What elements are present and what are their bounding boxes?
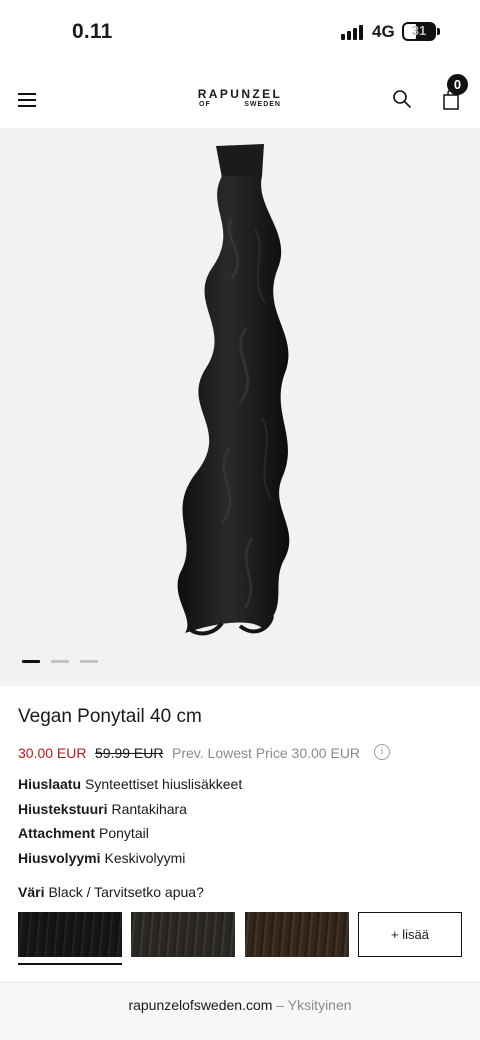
more-colors-button[interactable]: + lisää bbox=[358, 912, 462, 957]
product-image[interactable] bbox=[0, 128, 480, 686]
cart-count-badge[interactable]: 0 bbox=[447, 74, 468, 95]
carousel-dot-3[interactable] bbox=[80, 660, 98, 663]
original-price: 59.99 EUR bbox=[95, 745, 164, 761]
url-domain: rapunzelofsweden.com bbox=[128, 997, 273, 1013]
color-label: Väri bbox=[18, 884, 45, 900]
color-selector-label: Väri Black / Tarvitsetko apua? bbox=[18, 884, 204, 900]
status-bar: 0.11 4G 31 bbox=[0, 0, 480, 64]
logo-of-text: OF bbox=[199, 101, 211, 108]
selected-swatch-indicator bbox=[18, 963, 122, 965]
url-text[interactable]: rapunzelofsweden.com – Yksityinen bbox=[0, 997, 480, 1013]
color-value[interactable]: Black / Tarvitsetko apua? bbox=[48, 884, 203, 900]
battery-icon: 31 bbox=[402, 22, 436, 41]
spec-label: Attachment bbox=[18, 825, 96, 841]
brand-logo[interactable]: RAPUNZEL OF SWEDEN bbox=[190, 88, 290, 112]
spec-hair-volume: Hiusvolyymi Keskivolyymi bbox=[18, 850, 185, 866]
swatch-dark-brown[interactable] bbox=[131, 912, 235, 957]
private-mode-label: – Yksityinen bbox=[272, 997, 352, 1013]
network-type: 4G bbox=[372, 22, 395, 41]
swatch-brown[interactable] bbox=[245, 912, 349, 957]
spec-value: Synteettiset hiuslisäkkeet bbox=[85, 776, 243, 792]
spec-hair-quality: Hiuslaatu Synteettiset hiuslisäkkeet bbox=[18, 776, 242, 792]
menu-icon[interactable] bbox=[18, 93, 36, 107]
status-time: 0.11 bbox=[72, 20, 113, 43]
spec-label: Hiuslaatu bbox=[18, 776, 82, 792]
spec-value: Ponytail bbox=[99, 825, 149, 841]
spec-value: Rantakihara bbox=[111, 801, 187, 817]
spec-label: Hiustekstuuri bbox=[18, 801, 108, 817]
battery-cap bbox=[437, 28, 440, 35]
logo-main-text: RAPUNZEL bbox=[197, 87, 283, 101]
carousel-dot-1[interactable] bbox=[22, 660, 40, 663]
logo-sweden-text: SWEDEN bbox=[244, 101, 281, 108]
spec-attachment: Attachment Ponytail bbox=[18, 825, 149, 841]
browser-url-bar[interactable]: rapunzelofsweden.com – Yksityinen bbox=[0, 982, 480, 1040]
spec-value: Keskivolyymi bbox=[104, 850, 186, 866]
signal-icon bbox=[341, 25, 365, 40]
prev-lowest-price: Prev. Lowest Price 30.00 EUR bbox=[172, 745, 361, 761]
carousel-dot-2[interactable] bbox=[51, 660, 69, 663]
swatch-black[interactable] bbox=[18, 912, 122, 957]
spec-hair-texture: Hiustekstuuri Rantakihara bbox=[18, 801, 187, 817]
info-icon[interactable]: i bbox=[374, 744, 390, 760]
spec-label: Hiusvolyymi bbox=[18, 850, 101, 866]
search-icon[interactable] bbox=[392, 89, 412, 109]
sale-price: 30.00 EUR bbox=[18, 745, 87, 761]
product-title: Vegan Ponytail 40 cm bbox=[18, 706, 202, 727]
battery-level: 31 bbox=[411, 23, 427, 38]
ponytail-image bbox=[177, 144, 290, 636]
